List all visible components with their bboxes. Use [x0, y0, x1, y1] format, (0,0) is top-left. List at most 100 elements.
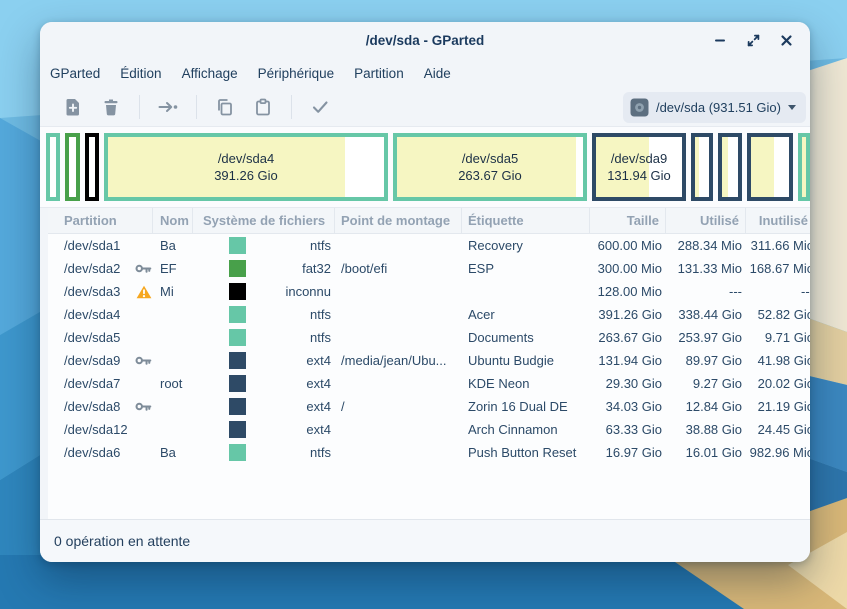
mount-point-cell: /	[335, 399, 462, 414]
disk-map-segment-sda4[interactable]: /dev/sda4391.26 Gio	[104, 133, 388, 201]
column-header: Utilisé	[666, 208, 746, 233]
size-cell: 29.30 Gio	[590, 376, 666, 391]
column-header: Partition	[48, 208, 153, 233]
unused-cell: 21.19 Gio	[746, 399, 810, 414]
disk-map: /dev/sda4391.26 Gio/dev/sda5263.67 Gio/d…	[46, 133, 804, 201]
toolbar-separator	[139, 95, 140, 119]
minimize-button[interactable]	[708, 28, 732, 52]
column-header: Taille	[590, 208, 666, 233]
paste-partition-button[interactable]	[248, 92, 278, 122]
size-cell: 131.94 Gio	[590, 353, 666, 368]
menu-item-peripherique[interactable]: Périphérique	[248, 62, 345, 85]
used-cell: 16.01 Gio	[666, 445, 746, 460]
delete-partition-button[interactable]	[96, 92, 126, 122]
label-cell: Push Button Reset	[462, 445, 590, 460]
filesystem-name: ext4	[306, 376, 335, 391]
label-cell: Arch Cinnamon	[462, 422, 590, 437]
filesystem-color-swatch	[229, 398, 246, 415]
disk-map-segment-sda9[interactable]: /dev/sda9131.94 Gio	[592, 133, 686, 201]
partition-row-sda2[interactable]: /dev/sda2EFfat32/boot/efiESP300.00 Mio13…	[48, 257, 810, 280]
partition-name: /dev/sda1	[64, 238, 120, 253]
partition-name: /dev/sda3	[64, 284, 120, 299]
menu-item-edition[interactable]: Édition	[110, 62, 171, 85]
apply-operations-button[interactable]	[305, 92, 335, 122]
partition-row-sda9[interactable]: /dev/sda9ext4/media/jean/Ubu...Ubuntu Bu…	[48, 349, 810, 372]
partition-cell: /dev/sda7	[48, 376, 153, 391]
label-cell: Documents	[462, 330, 590, 345]
disk-map-segment-sda8[interactable]	[718, 133, 742, 201]
partition-row-sda8[interactable]: /dev/sda8ext4/Zorin 16 Dual DE34.03 Gio1…	[48, 395, 810, 418]
filesystem-name: ext4	[306, 422, 335, 437]
disk-map-segment-sda12[interactable]	[747, 133, 793, 201]
size-cell: 600.00 Mio	[590, 238, 666, 253]
disk-map-segment-sda3[interactable]	[85, 133, 99, 201]
used-cell: 9.27 Gio	[666, 376, 746, 391]
partition-row-sda7[interactable]: /dev/sda7rootext4KDE Neon29.30 Gio9.27 G…	[48, 372, 810, 395]
toolbar-separator	[291, 95, 292, 119]
filesystem-color-swatch	[229, 444, 246, 461]
filesystem-color-swatch	[229, 260, 246, 277]
window-controls	[708, 28, 810, 52]
name-cell: Mi	[153, 284, 193, 299]
minimize-icon	[713, 33, 727, 47]
size-cell: 263.67 Gio	[590, 330, 666, 345]
disk-drive-icon	[630, 98, 649, 117]
partition-cell: /dev/sda9	[48, 353, 153, 368]
partition-name: /dev/sda8	[64, 399, 120, 414]
filesystem-name: ext4	[306, 353, 335, 368]
menu-item-affichage[interactable]: Affichage	[172, 62, 248, 85]
partition-row-sda6[interactable]: /dev/sda6BantfsPush Button Reset16.97 Gi…	[48, 441, 810, 464]
size-cell: 391.26 Gio	[590, 307, 666, 322]
partition-name: /dev/sda4	[64, 307, 120, 322]
partition-cell: /dev/sda2	[48, 261, 153, 276]
filesystem-cell: ext4	[193, 398, 335, 415]
device-selector[interactable]: /dev/sda (931.51 Gio)	[623, 92, 806, 123]
column-header: Inutilisé	[746, 208, 810, 233]
disk-map-segment-sda7[interactable]	[691, 133, 713, 201]
filesystem-name: ntfs	[310, 330, 335, 345]
restore-button[interactable]	[741, 28, 765, 52]
filesystem-color-swatch	[229, 306, 246, 323]
menu-item-aide[interactable]: Aide	[414, 62, 461, 85]
column-header: Nom	[153, 208, 193, 233]
partition-cell: /dev/sda12	[48, 422, 153, 437]
unused-cell: 20.02 Gio	[746, 376, 810, 391]
used-cell: ---	[666, 284, 746, 299]
partition-cell: /dev/sda3	[48, 284, 153, 299]
size-cell: 16.97 Gio	[590, 445, 666, 460]
partition-row-sda3[interactable]: /dev/sda3Miinconnu128.00 Mio------	[48, 280, 810, 303]
segment-label: /dev/sda4391.26 Gio	[108, 137, 384, 197]
used-cell: 253.97 Gio	[666, 330, 746, 345]
name-cell: Ba	[153, 238, 193, 253]
used-cell: 288.34 Mio	[666, 238, 746, 253]
unused-cell: ---	[746, 284, 810, 299]
close-icon	[780, 34, 793, 47]
partition-name: /dev/sda2	[64, 261, 120, 276]
disk-map-segment-sda5[interactable]: /dev/sda5263.67 Gio	[393, 133, 587, 201]
copy-partition-button[interactable]	[210, 92, 240, 122]
partition-name: /dev/sda7	[64, 376, 120, 391]
disk-map-segment-sda2[interactable]	[65, 133, 80, 201]
filesystem-color-swatch	[229, 329, 246, 346]
key-icon	[135, 355, 152, 366]
size-cell: 300.00 Mio	[590, 261, 666, 276]
partition-row-sda5[interactable]: /dev/sda5ntfsDocuments263.67 Gio253.97 G…	[48, 326, 810, 349]
filesystem-cell: ntfs	[193, 237, 335, 254]
mount-point-cell: /media/jean/Ubu...	[335, 353, 462, 368]
titlebar[interactable]: /dev/sda - GParted	[40, 22, 810, 58]
disk-map-segment-sda6[interactable]	[798, 133, 810, 201]
filesystem-name: ntfs	[310, 307, 335, 322]
window-title: /dev/sda - GParted	[40, 33, 810, 48]
resize-move-button[interactable]	[153, 92, 183, 122]
new-partition-button[interactable]	[58, 92, 88, 122]
partition-row-sda12[interactable]: /dev/sda12ext4Arch Cinnamon63.33 Gio38.8…	[48, 418, 810, 441]
close-button[interactable]	[774, 28, 798, 52]
mount-point-cell: /boot/efi	[335, 261, 462, 276]
menu-item-gparted[interactable]: GParted	[40, 62, 110, 85]
disk-map-segment-sda1[interactable]	[46, 133, 60, 201]
partition-row-sda1[interactable]: /dev/sda1BantfsRecovery600.00 Mio288.34 …	[48, 234, 810, 257]
menu-item-partition[interactable]: Partition	[344, 62, 414, 85]
pending-operations-text: 0 opération en attente	[54, 533, 190, 549]
unused-cell: 24.45 Gio	[746, 422, 810, 437]
partition-row-sda4[interactable]: /dev/sda4ntfsAcer391.26 Gio338.44 Gio52.…	[48, 303, 810, 326]
